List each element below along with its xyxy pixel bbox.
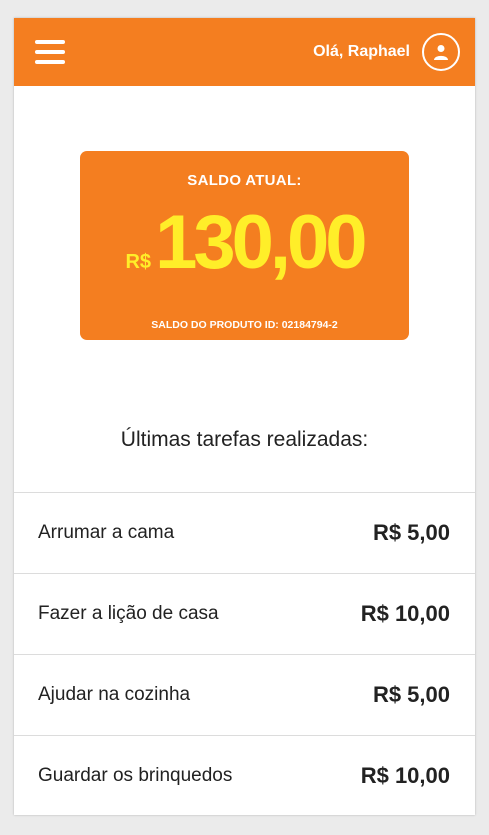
balance-card: SALDO ATUAL: R$ 130,00 SALDO DO PRODUTO … [80,151,409,340]
task-value: R$ 5,00 [372,520,450,545]
task-value: R$ 10,00 [360,763,450,788]
top-bar: Olá, Raphael [14,18,475,86]
task-row[interactable]: Guardar os brinquedos R$ 10,00 [14,736,475,815]
balance-currency: R$ [125,251,152,273]
user-avatar-icon[interactable] [422,33,460,71]
balance-value: 130,00 [155,200,367,285]
hamburger-menu-icon[interactable] [35,40,65,64]
recent-tasks-title: Últimas tarefas realizadas: [120,428,369,451]
balance-label: SALDO ATUAL: [187,172,302,189]
task-name: Ajudar na cozinha [38,684,191,705]
greeting-text: Olá, Raphael [313,43,410,60]
task-row[interactable]: Ajudar na cozinha R$ 5,00 [14,655,475,736]
task-row[interactable]: Fazer a lição de casa R$ 10,00 [14,574,475,655]
task-list: Arrumar a cama R$ 5,00 Fazer a lição de … [14,492,475,815]
task-row[interactable]: Arrumar a cama R$ 5,00 [14,493,475,574]
task-value: R$ 5,00 [372,682,450,707]
task-value: R$ 10,00 [360,601,450,626]
product-id-text: SALDO DO PRODUTO ID: 02184794-2 [151,319,338,331]
task-name: Fazer a lição de casa [38,603,219,624]
app-screen: Olá, Raphael SALDO ATUAL: R$ 130,00 SALD… [14,18,475,815]
task-name: Arrumar a cama [38,522,175,543]
balance-amount: R$ 130,00 [80,203,409,283]
task-name: Guardar os brinquedos [38,765,233,786]
user-area: Olá, Raphael [313,33,460,71]
